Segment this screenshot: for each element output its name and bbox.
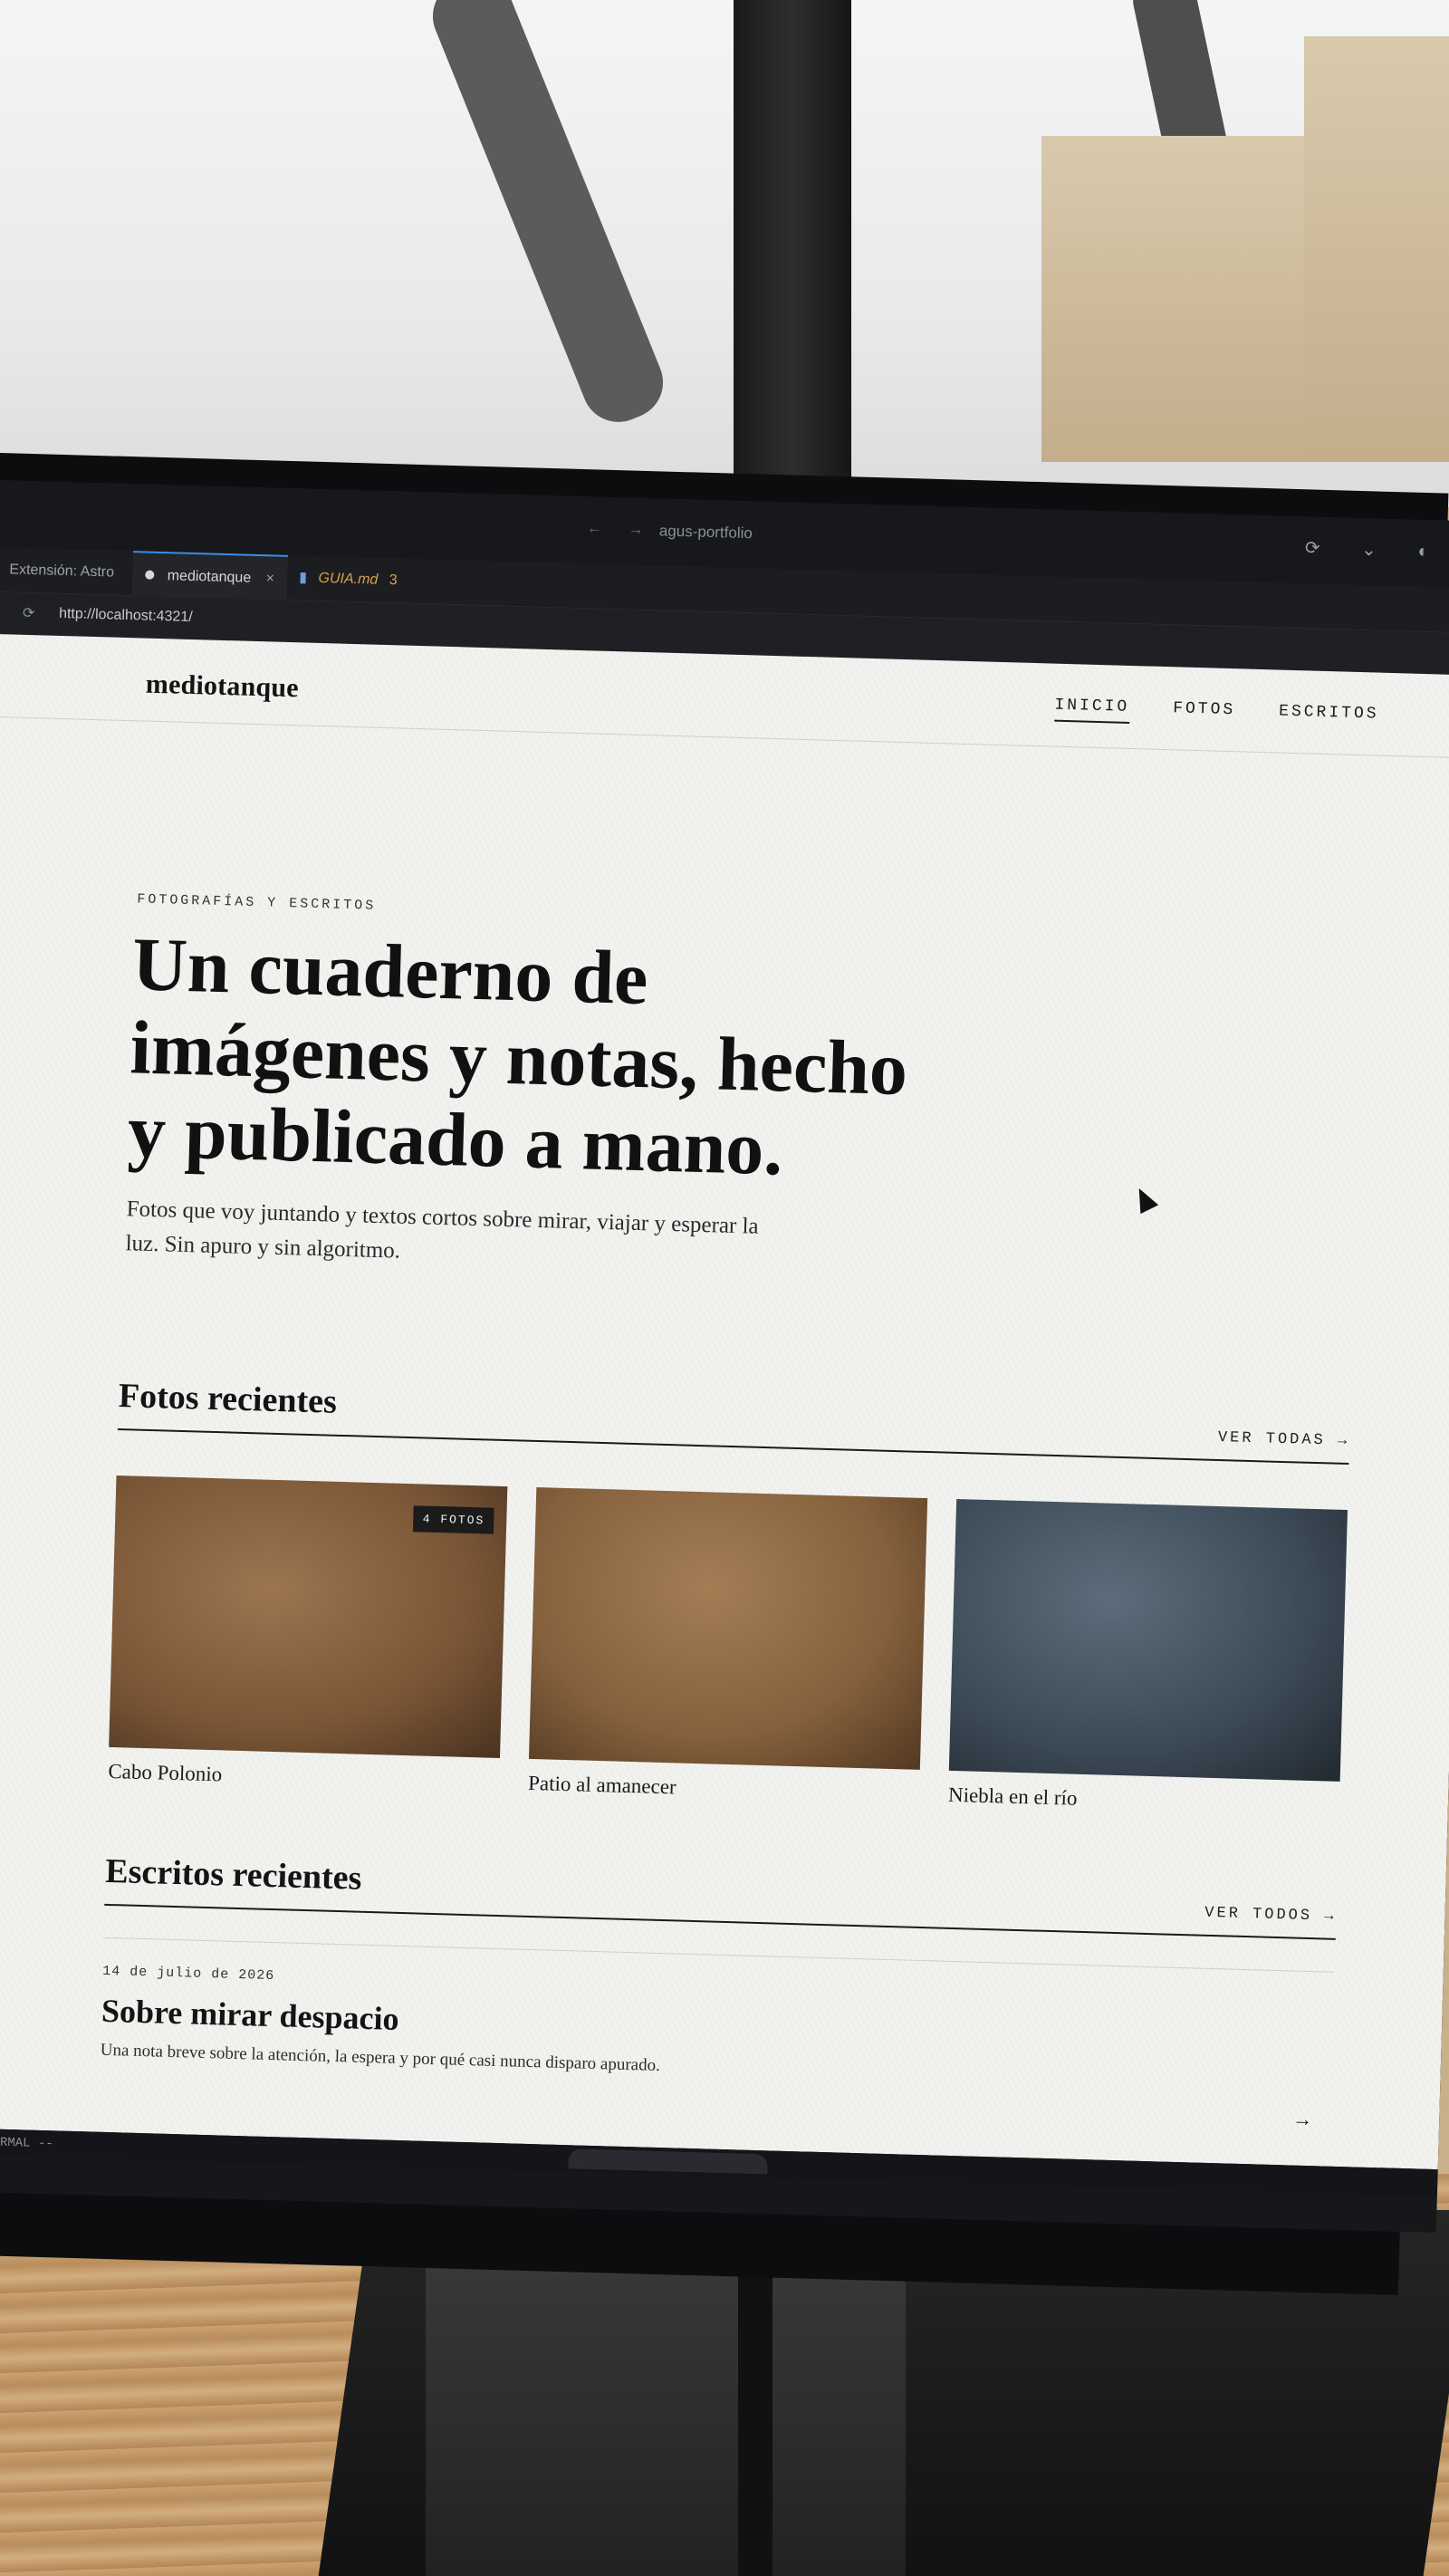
nav-fotos[interactable]: FOTOS (1173, 699, 1236, 726)
hero-eyebrow: FOTOGRAFÍAS Y ESCRITOS (137, 891, 377, 914)
vim-mode-indicator: -- NORMAL -- (0, 2135, 53, 2152)
photo-caption[interactable]: Patio al amanecer (528, 1772, 920, 1806)
photo-thumbnail[interactable] (948, 1498, 1348, 1782)
photo-thumbnail[interactable]: 4 FOTOS (109, 1475, 508, 1758)
building-tower (1304, 36, 1449, 462)
nav-inicio[interactable]: INICIO (1053, 696, 1130, 724)
tab-mediotanque[interactable]: mediotanque × (131, 551, 288, 601)
hero-lede: Fotos que voy juntando y textos cortos s… (125, 1197, 759, 1264)
window-title: agus-portfolio (658, 522, 753, 543)
writings-section-title: Escritos recientes (104, 1851, 362, 1898)
arrow-right-icon[interactable]: → (1292, 2108, 1313, 2132)
photo-card[interactable]: Niebla en el río (948, 1498, 1348, 1818)
notebook-band (738, 2237, 772, 2576)
window-background (0, 0, 1449, 507)
url-field[interactable]: http://localhost:4321/ (59, 606, 193, 626)
mouse-pointer-icon (1129, 1184, 1159, 1215)
titlebar-icons[interactable]: ⟳ ⌄ ◐ (1305, 536, 1447, 562)
photo-card[interactable]: 4 FOTOS Cabo Polonio (108, 1475, 508, 1794)
photo-grid: 4 FOTOS Cabo Polonio Patio al amanecer N… (108, 1475, 1348, 1818)
photos-section-header: Fotos recientes VER TODAS → (117, 1376, 1351, 1466)
tab-label: GUIA.md (318, 570, 379, 588)
building (1041, 136, 1340, 462)
nav-escritos[interactable]: ESCRITOS (1279, 703, 1379, 731)
tab-label: Extensión: Astro (9, 562, 115, 581)
photo-caption[interactable]: Cabo Polonio (108, 1760, 500, 1794)
notebook (426, 2237, 906, 2576)
website-preview: mediotanque INICIO FOTOS ESCRITOS FOTOGR… (0, 633, 1449, 2170)
tab-guia-md[interactable]: ▮ GUIA.md 3 (286, 555, 411, 604)
tree-trunk (421, 0, 675, 433)
photo-caption[interactable]: Niebla en el río (948, 1783, 1340, 1818)
photo-card[interactable]: Patio al amanecer (528, 1486, 928, 1806)
post-excerpt: Una nota breve sobre la atención, la esp… (100, 2040, 661, 2076)
site-nav: INICIO FOTOS ESCRITOS (1053, 696, 1379, 731)
camera-notch (568, 2148, 768, 2175)
close-icon[interactable]: × (265, 571, 274, 586)
see-all-writings-link[interactable]: VER TODOS → (1204, 1905, 1337, 1926)
hero-title: Un cuaderno de imágenes y notas, hecho y… (126, 922, 909, 1192)
writings-section-header: Escritos recientes VER TODOS → (104, 1850, 1338, 1940)
tab-label: mediotanque (167, 568, 252, 586)
see-all-photos-link[interactable]: VER TODAS → (1218, 1429, 1350, 1450)
photo-thumbnail[interactable] (528, 1486, 928, 1770)
screen: ← → agus-portfolio ⟳ ⌄ ◐ Extensión: Astr… (0, 479, 1449, 2234)
photos-section-title: Fotos recientes (118, 1377, 338, 1421)
photo-count-badge: 4 FOTOS (413, 1505, 494, 1534)
tab-astro-extension[interactable]: Extensión: Astro (0, 547, 128, 596)
problem-count-badge: 3 (389, 572, 398, 589)
monitor: ← → agus-portfolio ⟳ ⌄ ◐ Extensión: Astr… (0, 453, 1449, 2295)
reload-icon[interactable]: ⟳ (23, 604, 35, 622)
window-frame (734, 0, 851, 489)
markdown-icon: ▮ (299, 570, 308, 586)
post-item[interactable]: 14 de julio de 2026 Sobre mirar despacio… (100, 1937, 1335, 2130)
history-arrows[interactable]: ← → (587, 519, 655, 539)
globe-icon (145, 570, 155, 580)
site-brand[interactable]: mediotanque (145, 669, 299, 705)
